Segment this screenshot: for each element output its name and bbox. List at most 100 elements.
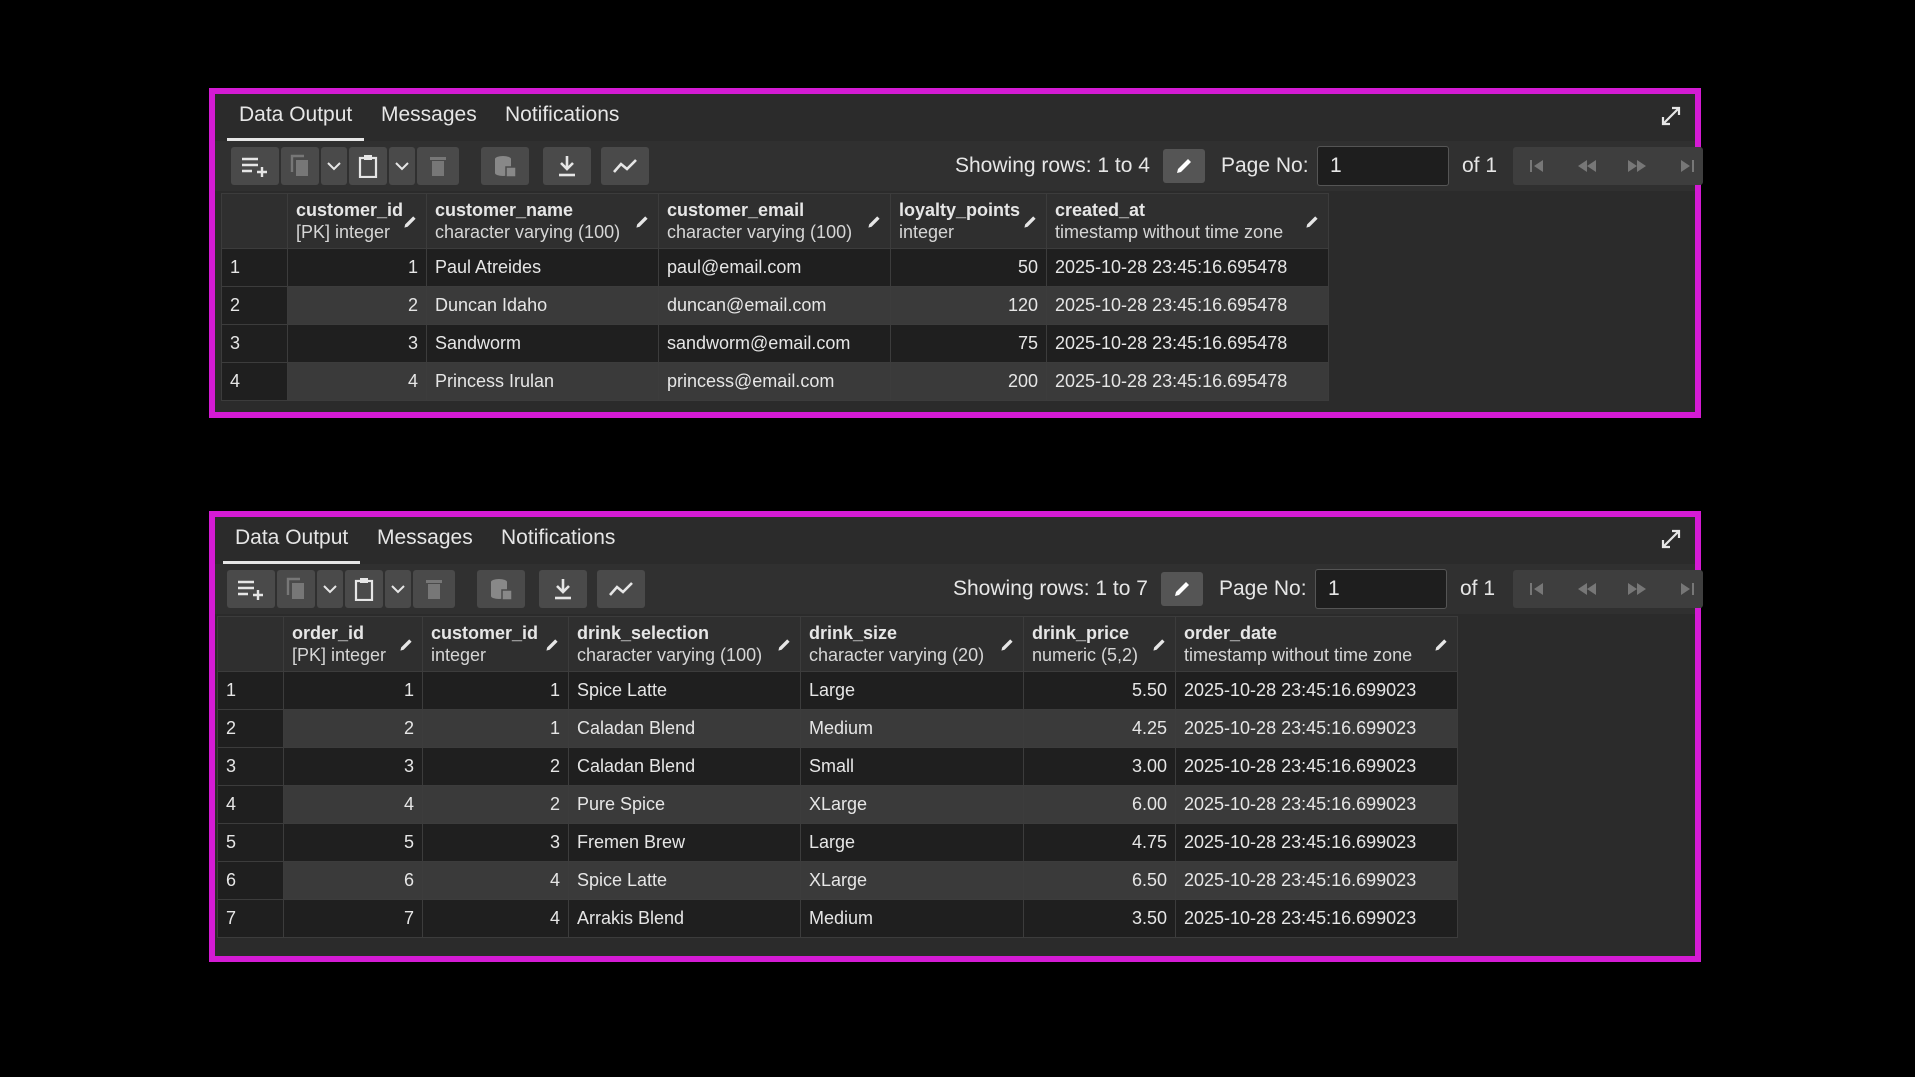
table-cell[interactable]: 2025-10-28 23:45:16.695478 bbox=[1046, 362, 1329, 401]
table-cell[interactable]: 4.25 bbox=[1023, 709, 1176, 748]
save-data-button[interactable] bbox=[477, 570, 525, 608]
download-button[interactable] bbox=[543, 147, 591, 185]
table-cell[interactable]: 2025-10-28 23:45:16.699023 bbox=[1175, 861, 1458, 900]
table-cell[interactable]: Caladan Blend bbox=[568, 747, 801, 786]
table-cell[interactable]: 6.00 bbox=[1023, 785, 1176, 824]
next-page-button[interactable] bbox=[1613, 570, 1661, 608]
table-cell[interactable]: sandworm@email.com bbox=[658, 324, 891, 363]
table-row[interactable]: 2 2 1 Caladan Blend Medium 4.25 2025-10-… bbox=[217, 709, 1458, 748]
edit-column-icon[interactable] bbox=[776, 637, 792, 653]
table-cell[interactable]: Large bbox=[800, 671, 1024, 710]
table-cell[interactable]: Arrakis Blend bbox=[568, 899, 801, 938]
column-header[interactable]: drink_price numeric (5,2) bbox=[1023, 616, 1176, 672]
table-cell[interactable]: 2025-10-28 23:45:16.695478 bbox=[1046, 248, 1329, 287]
table-cell[interactable]: Spice Latte bbox=[568, 861, 801, 900]
table-cell[interactable]: Princess Irulan bbox=[426, 362, 659, 401]
table-cell[interactable]: 4 bbox=[283, 785, 423, 824]
edit-rows-button[interactable] bbox=[1163, 149, 1205, 183]
expand-icon[interactable] bbox=[1659, 527, 1683, 551]
expand-icon[interactable] bbox=[1659, 104, 1683, 128]
table-cell[interactable]: 4.75 bbox=[1023, 823, 1176, 862]
table-row[interactable]: 3 3 2 Caladan Blend Small 3.00 2025-10-2… bbox=[217, 747, 1458, 786]
table-cell[interactable]: 50 bbox=[890, 248, 1047, 287]
edit-column-icon[interactable] bbox=[634, 214, 650, 230]
tab-messages[interactable]: Messages bbox=[365, 517, 485, 561]
table-row[interactable]: 3 3 Sandworm sandworm@email.com 75 2025-… bbox=[221, 324, 1329, 363]
table-cell[interactable]: Duncan Idaho bbox=[426, 286, 659, 325]
table-cell[interactable]: 2 bbox=[287, 286, 427, 325]
table-cell[interactable]: 5 bbox=[283, 823, 423, 862]
edit-column-icon[interactable] bbox=[398, 637, 414, 653]
table-cell[interactable]: Caladan Blend bbox=[568, 709, 801, 748]
table-cell[interactable]: 4 bbox=[422, 861, 569, 900]
edit-column-icon[interactable] bbox=[1304, 214, 1320, 230]
table-cell[interactable]: 2 bbox=[422, 747, 569, 786]
table-cell[interactable]: 5.50 bbox=[1023, 671, 1176, 710]
table-cell[interactable]: paul@email.com bbox=[658, 248, 891, 287]
previous-page-button[interactable] bbox=[1563, 570, 1611, 608]
paste-button[interactable] bbox=[345, 570, 383, 608]
table-cell[interactable]: Small bbox=[800, 747, 1024, 786]
table-cell[interactable]: 2025-10-28 23:45:16.699023 bbox=[1175, 899, 1458, 938]
tab-data-output[interactable]: Data Output bbox=[227, 94, 365, 141]
column-header[interactable]: order_date timestamp without time zone bbox=[1175, 616, 1458, 672]
last-page-button[interactable] bbox=[1663, 570, 1711, 608]
column-header[interactable]: order_id [PK] integer bbox=[283, 616, 423, 672]
table-cell[interactable]: 2025-10-28 23:45:16.699023 bbox=[1175, 709, 1458, 748]
table-cell[interactable]: Pure Spice bbox=[568, 785, 801, 824]
column-header[interactable]: customer_id [PK] integer bbox=[287, 193, 427, 249]
copy-button[interactable] bbox=[281, 147, 319, 185]
table-cell[interactable]: 3 bbox=[422, 823, 569, 862]
edit-column-icon[interactable] bbox=[1151, 637, 1167, 653]
table-cell[interactable]: 1 bbox=[283, 671, 423, 710]
table-row[interactable]: 4 4 2 Pure Spice XLarge 6.00 2025-10-28 … bbox=[217, 785, 1458, 824]
edit-column-icon[interactable] bbox=[1433, 637, 1449, 653]
table-row[interactable]: 1 1 1 Spice Latte Large 5.50 2025-10-28 … bbox=[217, 671, 1458, 710]
table-cell[interactable]: Large bbox=[800, 823, 1024, 862]
table-cell[interactable]: 1 bbox=[422, 671, 569, 710]
table-cell[interactable]: duncan@email.com bbox=[658, 286, 891, 325]
table-cell[interactable]: 4 bbox=[422, 899, 569, 938]
add-row-button[interactable] bbox=[231, 147, 279, 185]
column-header[interactable]: customer_name character varying (100) bbox=[426, 193, 659, 249]
table-cell[interactable]: 2025-10-28 23:45:16.695478 bbox=[1046, 324, 1329, 363]
page-number-input[interactable] bbox=[1317, 146, 1449, 186]
edit-column-icon[interactable] bbox=[1022, 214, 1038, 230]
table-cell[interactable]: 6.50 bbox=[1023, 861, 1176, 900]
table-cell[interactable]: Paul Atreides bbox=[426, 248, 659, 287]
paste-button[interactable] bbox=[349, 147, 387, 185]
table-cell[interactable]: Medium bbox=[800, 899, 1024, 938]
delete-button[interactable] bbox=[417, 147, 459, 185]
graph-visualiser-button[interactable] bbox=[601, 147, 649, 185]
table-row[interactable]: 6 6 4 Spice Latte XLarge 6.50 2025-10-28… bbox=[217, 861, 1458, 900]
table-cell[interactable]: 75 bbox=[890, 324, 1047, 363]
tab-data-output[interactable]: Data Output bbox=[223, 517, 361, 564]
table-cell[interactable]: 4 bbox=[287, 362, 427, 401]
table-cell[interactable]: 120 bbox=[890, 286, 1047, 325]
delete-button[interactable] bbox=[413, 570, 455, 608]
table-cell[interactable]: 3 bbox=[287, 324, 427, 363]
column-header[interactable]: loyalty_points integer bbox=[890, 193, 1047, 249]
paste-options-dropdown[interactable] bbox=[385, 570, 411, 608]
table-cell[interactable]: Medium bbox=[800, 709, 1024, 748]
column-header[interactable]: drink_selection character varying (100) bbox=[568, 616, 801, 672]
column-header[interactable]: drink_size character varying (20) bbox=[800, 616, 1024, 672]
tab-notifications[interactable]: Notifications bbox=[489, 517, 627, 561]
table-cell[interactable]: XLarge bbox=[800, 785, 1024, 824]
table-cell[interactable]: 2025-10-28 23:45:16.699023 bbox=[1175, 823, 1458, 862]
edit-column-icon[interactable] bbox=[544, 637, 560, 653]
last-page-button[interactable] bbox=[1663, 147, 1711, 185]
table-cell[interactable]: 200 bbox=[890, 362, 1047, 401]
table-row[interactable]: 2 2 Duncan Idaho duncan@email.com 120 20… bbox=[221, 286, 1329, 325]
table-cell[interactable]: 3 bbox=[283, 747, 423, 786]
table-cell[interactable]: 3.00 bbox=[1023, 747, 1176, 786]
table-cell[interactable]: 2025-10-28 23:45:16.699023 bbox=[1175, 671, 1458, 710]
column-header[interactable]: created_at timestamp without time zone bbox=[1046, 193, 1329, 249]
table-cell[interactable]: 2025-10-28 23:45:16.699023 bbox=[1175, 785, 1458, 824]
column-header[interactable]: customer_id integer bbox=[422, 616, 569, 672]
table-cell[interactable]: 2025-10-28 23:45:16.695478 bbox=[1046, 286, 1329, 325]
column-header[interactable]: customer_email character varying (100) bbox=[658, 193, 891, 249]
previous-page-button[interactable] bbox=[1563, 147, 1611, 185]
tab-notifications[interactable]: Notifications bbox=[493, 94, 631, 138]
table-cell[interactable]: 2 bbox=[283, 709, 423, 748]
